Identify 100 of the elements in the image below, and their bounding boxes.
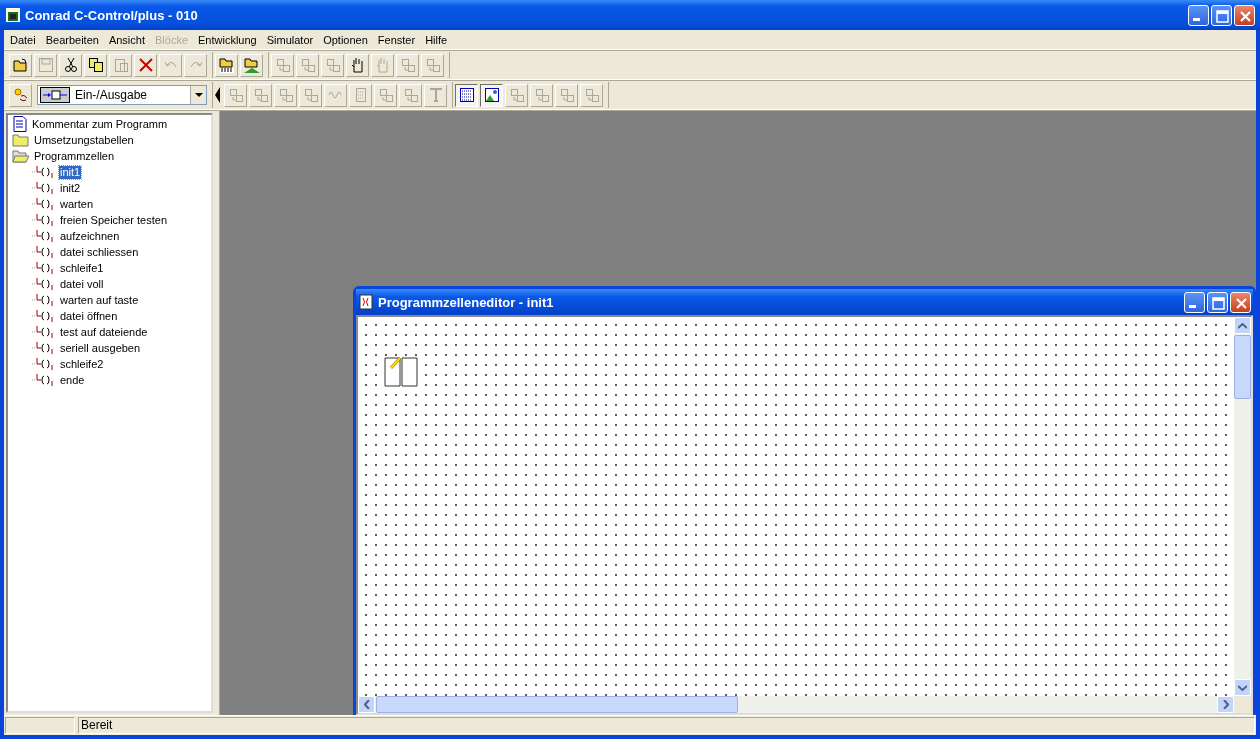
window-title: Conrad C-Control/plus - 010 [25,7,199,23]
menu-item[interactable]: Entwicklung [194,33,263,46]
program-cell-icon [32,308,56,324]
chevron-left-icon [363,700,370,709]
tree-item[interactable]: aufzeichnen [59,229,121,243]
tree-item[interactable]: freien Speicher testen [59,213,168,227]
toolbar-icon [402,87,419,103]
menu-item[interactable]: Bearbeiten [41,33,105,46]
program-cell-icon [32,180,56,196]
toolbar-icon [243,57,260,73]
chevron-down-icon [1238,684,1247,691]
menu-item[interactable]: Simulator [262,33,320,46]
program-cell-icon [32,340,56,356]
status-pane [5,717,75,734]
tree-item[interactable]: datei schliessen [59,245,140,259]
horizontal-scrollbar[interactable] [358,696,1234,713]
menu-item[interactable]: Optionen [319,33,374,46]
minimize-button[interactable] [1188,4,1209,26]
program-cell-icon [32,228,56,244]
chip-icon [5,7,21,23]
toolbar-icon [218,57,235,73]
program-cell-icon [32,164,56,180]
program-cell-icon [32,276,56,292]
toolbar-icon [427,87,444,103]
folder-icon [12,132,30,148]
toolbar-icon [533,87,550,103]
scrollbar-thumb[interactable] [1234,335,1251,399]
toolbar-icon [112,57,129,73]
program-cell-icon [32,292,56,308]
toolbar-icon [349,57,366,73]
toolbar-button[interactable] [455,83,478,107]
scroll-left-button[interactable] [358,696,375,713]
toolbar-icon [377,87,394,103]
minimize-icon [1189,304,1196,308]
toolbar-icon [302,87,319,103]
tree-item[interactable]: warten [59,197,95,211]
toolbar-button[interactable] [480,83,503,107]
minimize-button[interactable] [1184,291,1205,313]
tree-item[interactable]: schleife1 [59,261,105,275]
toolbar-icon [299,57,316,73]
close-button[interactable] [1234,4,1255,26]
program-cell-icon [32,324,56,340]
vertical-scrollbar[interactable] [1234,317,1251,696]
program-cell-icon [32,244,56,260]
program-cell-icon [32,212,56,228]
toolbar-icon [424,57,441,73]
editor-title: Programmzelleneditor - init1 [378,294,555,310]
menu-item[interactable]: Hilfe [421,33,454,46]
tree-item[interactable]: Programmzellen [33,149,116,163]
tree-item[interactable]: datei öffnen [59,309,119,323]
toolbar-icon [399,57,416,73]
chevron-right-icon [1222,700,1229,709]
tree-item[interactable]: test auf dateiende [59,325,149,339]
toolbar-icon [137,57,154,73]
tree-item[interactable]: Umsetzungstabellen [33,133,135,147]
toolbar-icon [87,57,104,73]
scrollbar-thumb[interactable] [376,696,738,713]
tool-icon [12,87,29,103]
toolbar-icon [483,87,500,103]
tree-item[interactable]: datei voll [59,277,105,291]
tree-item[interactable]: init2 [59,181,82,195]
program-cell-icon [32,372,56,388]
block-type-dropdown[interactable]: Ein-/Ausgabe [37,85,207,105]
block-icon [40,87,70,103]
program-cell-icon [32,196,56,212]
tree-item[interactable]: Kommentar zum Programm [31,117,169,131]
menu-item[interactable]: Fenster [373,33,422,46]
close-button[interactable] [1230,291,1251,313]
menu-item[interactable]: Ansicht [104,33,151,46]
scrollbar-corner [1234,696,1251,713]
tree-item[interactable]: ende [59,373,86,387]
toolbar-icon [62,57,79,73]
toolbar-icon [37,57,54,73]
scroll-up-button[interactable] [1234,317,1251,334]
toolbar-icon [558,87,575,103]
toolbar-icon [252,87,269,103]
maximize-button[interactable] [1211,4,1232,26]
toolbar-icon [274,57,291,73]
scroll-left-icon [215,87,220,103]
tree-item[interactable]: init1 [59,165,82,179]
toolbar-icon [277,87,294,103]
toolbar-icon [12,57,29,73]
menu-item[interactable]: Datei [6,33,42,46]
maximize-button[interactable] [1207,291,1228,313]
program-cell-icon [32,356,56,372]
status-text: Bereit [78,717,1255,734]
toolbar-icon [227,87,244,103]
tree-item[interactable]: seriell ausgeben [59,341,142,355]
scroll-right-button[interactable] [1217,696,1234,713]
tree-item[interactable]: schleife2 [59,357,105,371]
toolbar-icon [324,57,341,73]
document-icon [12,116,28,132]
minimize-icon [1193,17,1200,21]
document-icon [358,294,374,310]
tree-item[interactable]: warten auf taste [59,293,140,307]
scroll-down-button[interactable] [1234,679,1251,696]
program-cell-icon [32,260,56,276]
chevron-up-icon [1238,322,1247,329]
toolbar-icon [508,87,525,103]
toolbar-icon [458,87,475,103]
